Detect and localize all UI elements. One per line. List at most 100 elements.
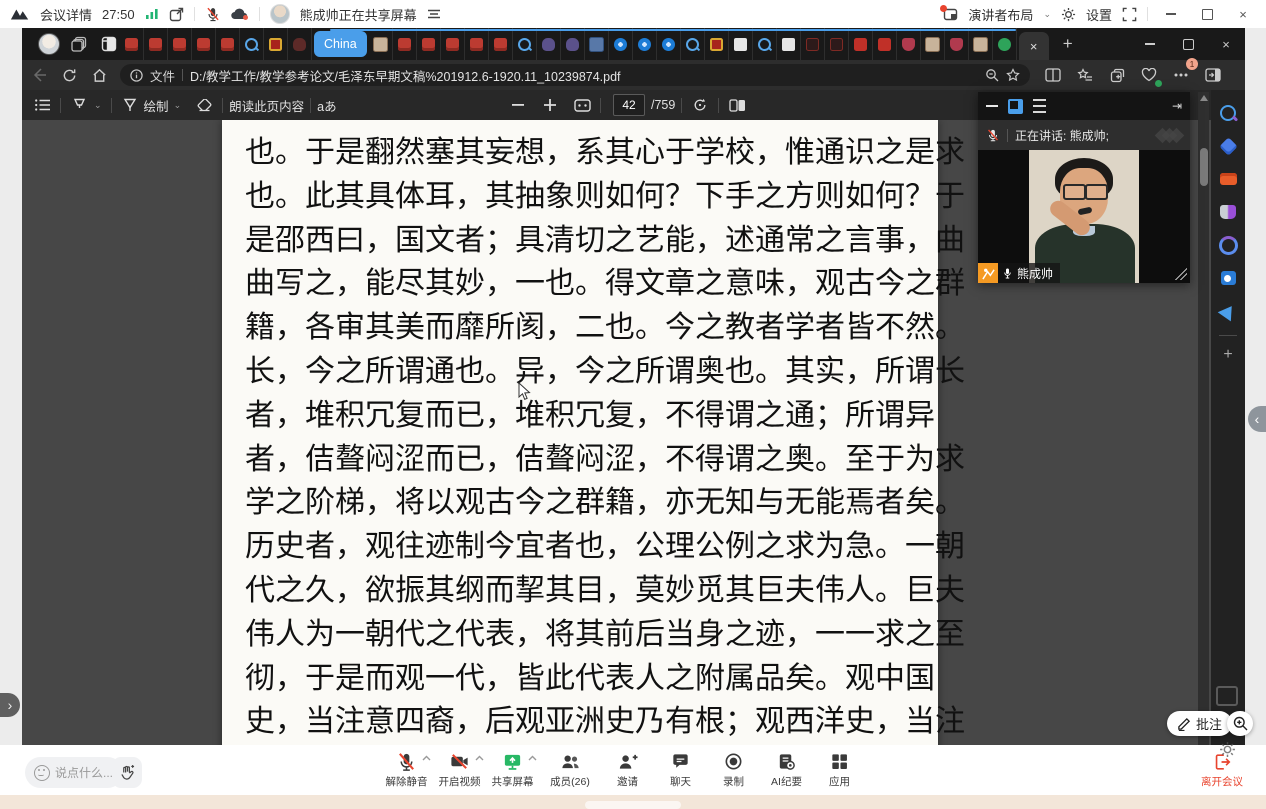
pinned-tab-image[interactable] — [969, 28, 993, 60]
sharing-menu-icon[interactable] — [427, 9, 441, 19]
draw-pen-icon[interactable] — [118, 93, 142, 117]
tab-stacks-icon[interactable] — [68, 33, 90, 55]
pinned-tab-text-red[interactable] — [825, 28, 849, 60]
pinned-tab-search[interactable] — [753, 28, 777, 60]
pinned-tab-text-red[interactable] — [801, 28, 825, 60]
magnify-button[interactable] — [1227, 711, 1253, 736]
scrollbar-up-arrow[interactable] — [1200, 95, 1208, 101]
sidebar-loop-icon[interactable] — [1218, 235, 1238, 255]
speaker-layout-button[interactable]: 演讲者布局 — [968, 5, 1033, 24]
panel-list-icon[interactable] — [1033, 99, 1046, 113]
pinned-tab-pdf[interactable] — [192, 28, 216, 60]
pinned-tab-ie[interactable] — [633, 28, 657, 60]
browser-close-button[interactable]: × — [1207, 28, 1245, 60]
text-options-button[interactable]: aあ — [317, 96, 336, 115]
settings-button[interactable]: 设置 — [1086, 5, 1112, 24]
new-tab-button[interactable]: + — [1055, 31, 1081, 57]
eraser-icon[interactable] — [192, 93, 216, 117]
refresh-icon[interactable] — [56, 62, 82, 88]
zoom-in-icon[interactable] — [538, 93, 562, 117]
sidebar-outlook-icon[interactable] — [1218, 268, 1238, 288]
page-number-input[interactable]: 42 — [613, 94, 645, 116]
panel-collapse-icon[interactable]: ⇥ — [1172, 99, 1182, 113]
sidebar-add-button[interactable]: + — [1223, 346, 1232, 364]
sidebar-tag-icon[interactable] — [1218, 136, 1238, 156]
dropdown-caret-icon[interactable] — [475, 755, 484, 761]
fit-to-width-icon[interactable] — [570, 93, 594, 117]
draw-dropdown-caret[interactable]: ⌄ — [174, 100, 182, 111]
pinned-tab-pdf[interactable] — [216, 28, 240, 60]
raise-hand-button[interactable] — [112, 757, 142, 788]
zoom-page-icon[interactable] — [985, 68, 999, 82]
sidebar-search-icon[interactable] — [1218, 103, 1238, 123]
pinned-tab-cloud-purple[interactable] — [561, 28, 585, 60]
tab-close-button[interactable]: × — [1019, 32, 1049, 60]
sidebar-drop-icon[interactable] — [1218, 301, 1238, 321]
chat-button[interactable]: 聊天 — [654, 748, 707, 792]
copy-tab-icon[interactable] — [1104, 62, 1130, 88]
collections-icon[interactable] — [1072, 62, 1098, 88]
cloud-status-icon[interactable] — [231, 7, 249, 21]
pinned-tab-pdf[interactable] — [120, 28, 144, 60]
panel-resize-handle[interactable] — [1175, 268, 1187, 280]
open-external-icon[interactable] — [169, 7, 184, 22]
pdf-scrollbar[interactable] — [1198, 92, 1209, 745]
screen-share-button[interactable]: 共享屏幕 — [486, 748, 539, 792]
members-button[interactable]: 成员(26) — [539, 748, 601, 792]
browser-restore-button[interactable] — [1169, 28, 1207, 60]
split-screen-icon[interactable] — [1040, 62, 1066, 88]
pinned-tab-pdf[interactable] — [465, 28, 489, 60]
browser-essentials-icon[interactable] — [1136, 62, 1162, 88]
pinned-tab-emblem[interactable] — [705, 28, 729, 60]
mic-muted-status-icon[interactable] — [205, 6, 221, 22]
sidebar-toggle-icon[interactable] — [1200, 62, 1226, 88]
emoji-icon[interactable] — [34, 765, 50, 781]
fullscreen-icon[interactable] — [1122, 7, 1137, 22]
pinned-tab-doc[interactable] — [729, 28, 753, 60]
sidebar-toolbox-icon[interactable] — [1218, 169, 1238, 189]
pinned-tab-person-red[interactable] — [897, 28, 921, 60]
pinned-tab-search[interactable] — [513, 28, 537, 60]
participant-video[interactable]: 熊成帅 — [978, 150, 1190, 283]
dropdown-caret-icon[interactable] — [422, 755, 431, 761]
pinned-tab-tab-red[interactable] — [873, 28, 897, 60]
panel-layout-icon[interactable] — [1008, 99, 1023, 114]
pinned-tab-emblem[interactable] — [264, 28, 288, 60]
pinned-tab-ie[interactable] — [609, 28, 633, 60]
zoom-out-icon[interactable] — [506, 93, 530, 117]
meeting-details-button[interactable]: 会议详情 — [40, 5, 92, 24]
scrollbar-thumb[interactable] — [1200, 148, 1208, 186]
pinned-tab-person-red[interactable] — [945, 28, 969, 60]
favorite-star-icon[interactable] — [1006, 68, 1020, 82]
ai-notes-button[interactable]: AI纪要 — [760, 748, 813, 792]
toc-icon[interactable] — [30, 93, 54, 117]
page-info-icon[interactable] — [130, 69, 143, 82]
pinned-tab-search[interactable] — [681, 28, 705, 60]
back-icon[interactable] — [26, 62, 52, 88]
panel-minimize-icon[interactable] — [986, 105, 998, 107]
rotate-icon[interactable] — [688, 93, 712, 117]
sidebar-settings-gear-icon[interactable] — [1219, 741, 1236, 758]
annotate-button[interactable]: 批注 — [1167, 711, 1232, 736]
dropdown-caret-icon[interactable] — [528, 755, 537, 761]
window-restore-button[interactable] — [1194, 4, 1220, 24]
highlighter-dropdown-caret[interactable]: ⌄ — [94, 100, 102, 111]
pinned-tab-image[interactable] — [369, 28, 393, 60]
browser-minimize-button[interactable] — [1131, 28, 1169, 60]
pinned-tab-tab-red[interactable] — [849, 28, 873, 60]
pinned-tab-pdf[interactable] — [168, 28, 192, 60]
pinned-tab-pdf[interactable] — [417, 28, 441, 60]
invite-button[interactable]: 邀请 — [601, 748, 654, 792]
pinned-tab-cloud-purple[interactable] — [537, 28, 561, 60]
window-minimize-button[interactable] — [1158, 4, 1184, 24]
chat-input[interactable]: 说点什么... — [25, 757, 123, 788]
camera-off-button[interactable]: 开启视频 — [433, 748, 486, 792]
pinned-tab-image[interactable] — [921, 28, 945, 60]
browser-profile-avatar[interactable] — [38, 33, 60, 55]
pinned-tab-pdf[interactable] — [393, 28, 417, 60]
pinned-tab-cloud-red[interactable] — [288, 28, 312, 60]
highlighter-icon[interactable] — [67, 93, 91, 117]
home-icon[interactable] — [86, 62, 112, 88]
read-aloud-button[interactable]: 朗读此页内容 — [229, 96, 304, 115]
page-view-icon[interactable] — [725, 93, 749, 117]
